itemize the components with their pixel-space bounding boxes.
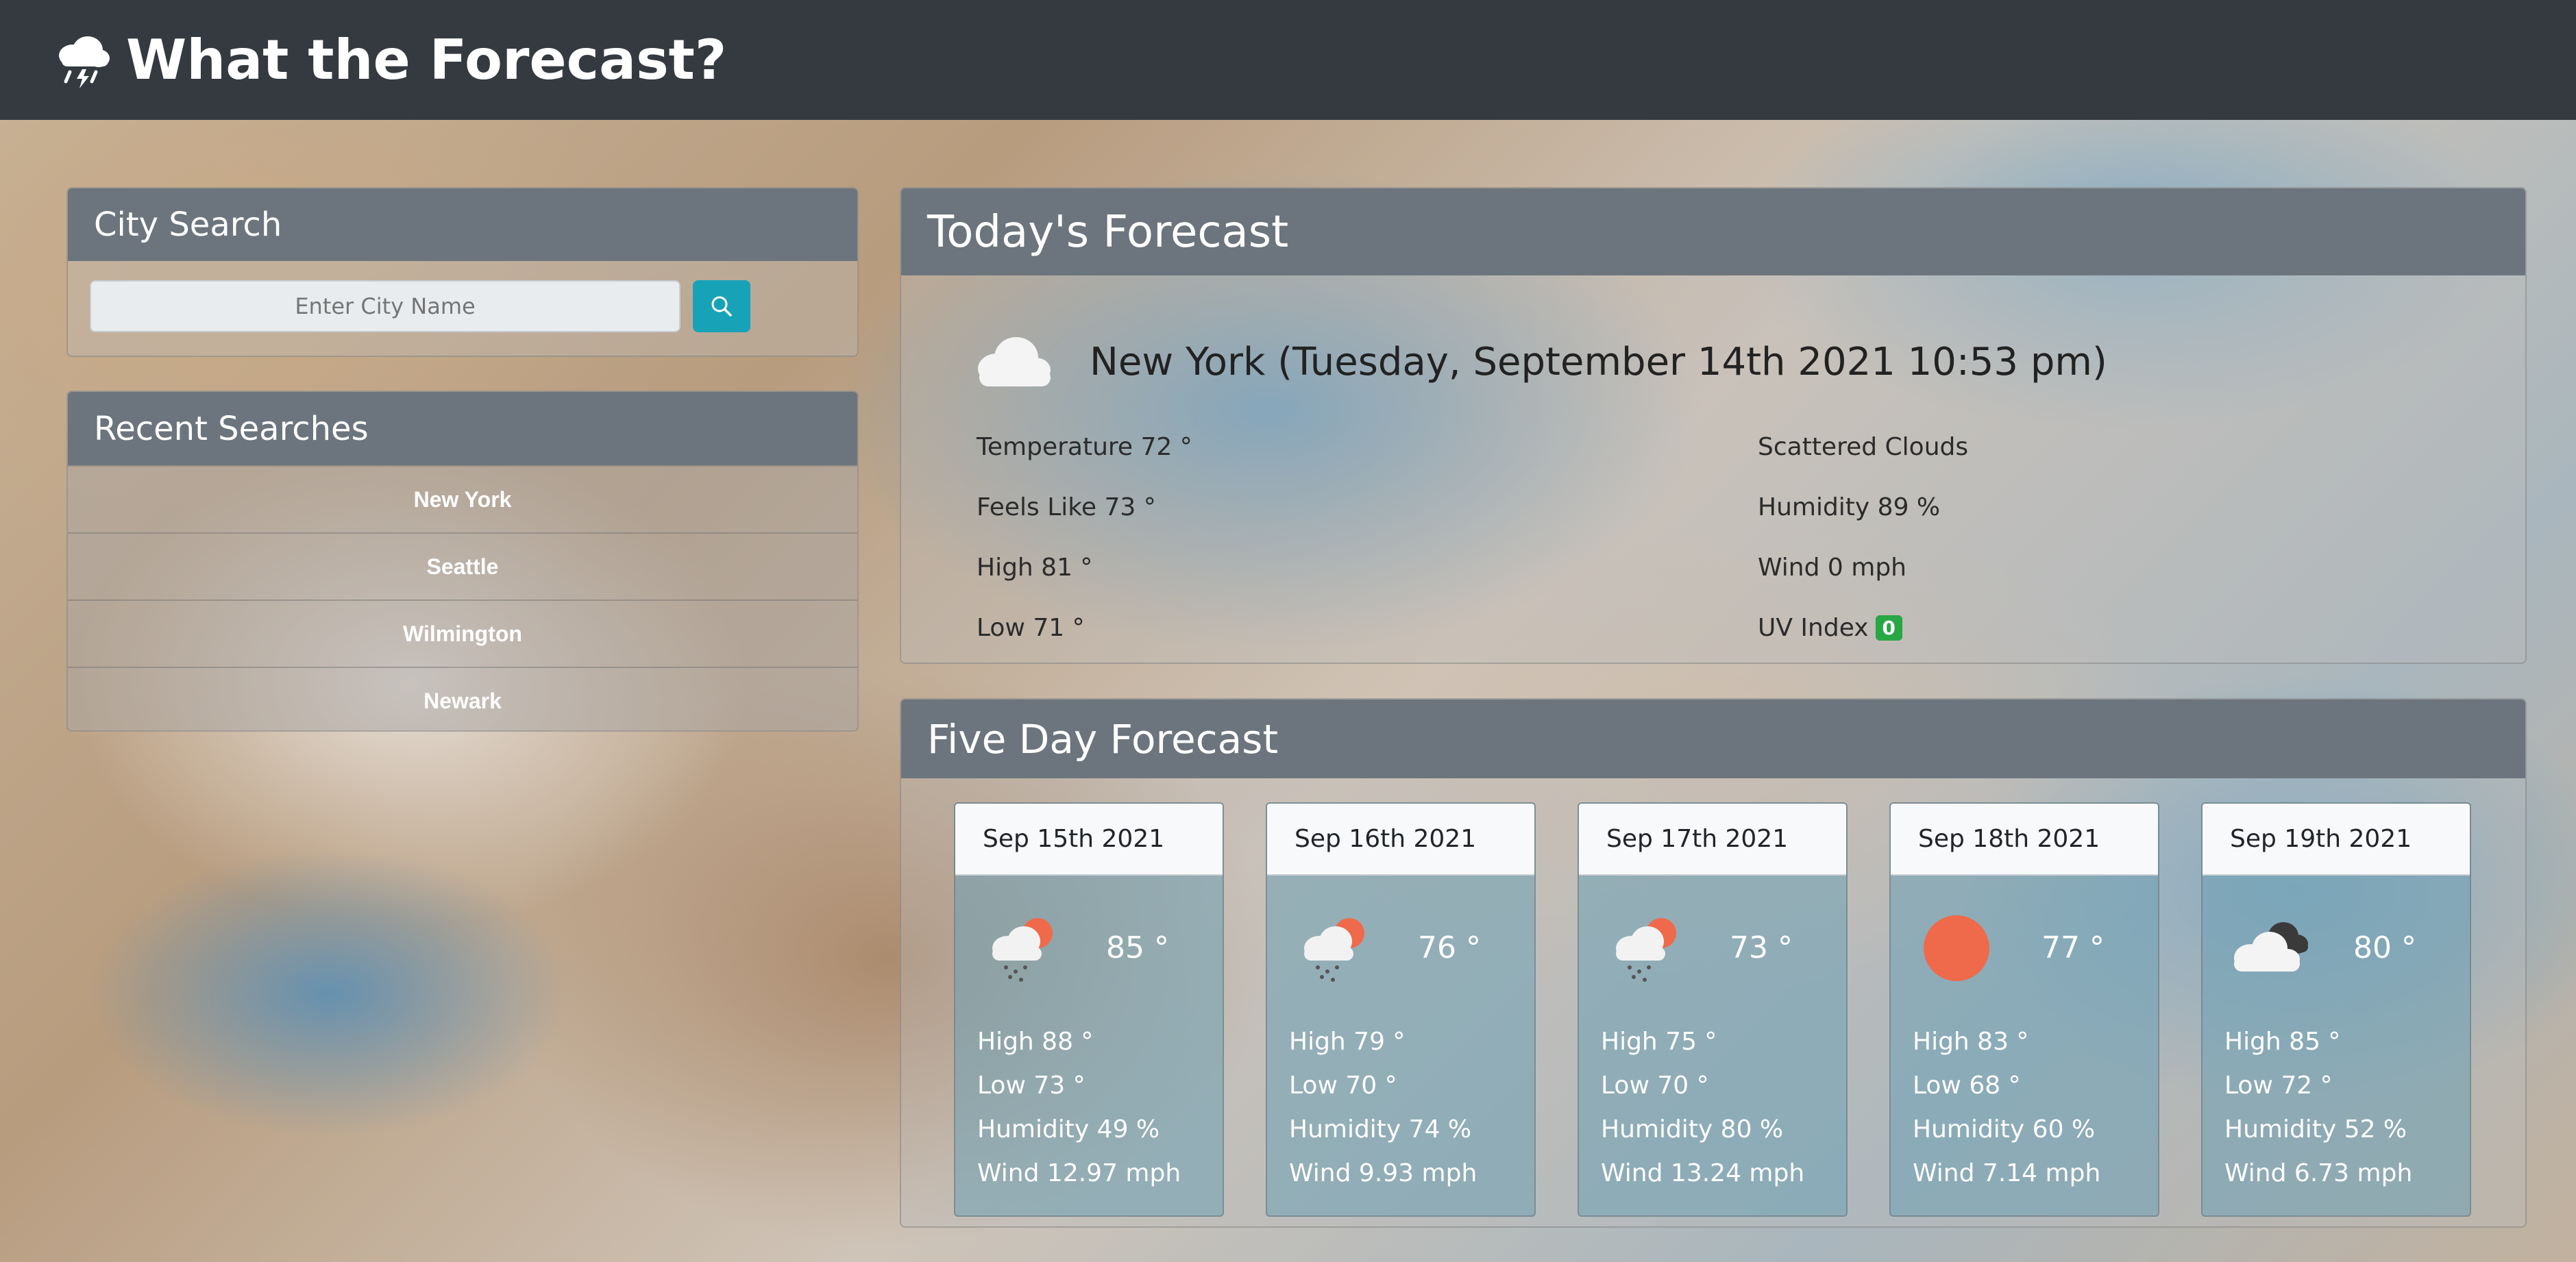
forecast-wind: Wind 9.93 mph — [1289, 1159, 1477, 1187]
rain-sun-icon — [992, 918, 1053, 982]
forecast-wind: Wind 13.24 mph — [1601, 1159, 1805, 1187]
dark-clouds-icon — [2234, 922, 2308, 972]
forecast-date: Sep 16th 2021 — [1267, 804, 1534, 876]
today-feels-like: Feels Like 73 ° — [977, 493, 1156, 521]
forecast-main: 80 ° — [2203, 876, 2470, 1019]
rain-sun-icon — [1304, 918, 1364, 982]
forecast-high: High 75 ° — [1601, 1027, 1717, 1056]
today-low: Low 71 ° — [977, 613, 1085, 642]
forecast-main: 77 ° — [1891, 876, 2158, 1019]
today-heading-row: New York (Tuesday, September 14th 2021 1… — [901, 275, 2525, 410]
forecast-wind: Wind 7.14 mph — [1913, 1159, 2101, 1187]
forecast-day-card: Sep 18th 2021 77 ° High 83 ° Low 68 ° Hu… — [1889, 802, 2159, 1217]
city-search-card: City Search — [66, 187, 859, 357]
forecast-low: Low 68 ° — [1913, 1071, 2021, 1100]
forecast-wind: Wind 12.97 mph — [977, 1159, 1181, 1187]
recent-search-item[interactable]: Newark — [68, 667, 857, 730]
recent-search-item[interactable]: New York — [68, 465, 857, 532]
recent-search-item[interactable]: Seattle — [68, 532, 857, 599]
forecast-date: Sep 15th 2021 — [955, 804, 1223, 876]
forecast-high: High 79 ° — [1289, 1027, 1406, 1056]
forecast-date: Sep 19th 2021 — [2203, 804, 2470, 876]
navbar: What the Forecast? — [0, 0, 2576, 120]
rain-sun-icon — [1616, 918, 1676, 982]
search-icon — [711, 296, 732, 317]
forecast-high: High 88 ° — [977, 1027, 1094, 1056]
forecast-temp: 73 ° — [1730, 930, 1793, 965]
recent-searches-header: Recent Searches — [68, 392, 857, 465]
forecast-main: 76 ° — [1267, 876, 1534, 1019]
rain-cloud-icon — [59, 36, 110, 88]
today-temperature: Temperature 72 ° — [977, 432, 1192, 461]
forecast-high: High 85 ° — [2224, 1027, 2341, 1056]
forecast-low: Low 72 ° — [2224, 1071, 2333, 1100]
city-search-header: City Search — [68, 188, 857, 261]
forecast-date: Sep 17th 2021 — [1579, 804, 1846, 876]
app-title: What the Forecast? — [126, 28, 727, 92]
forecast-date: Sep 18th 2021 — [1891, 804, 2158, 876]
todays-forecast-card: Today's Forecast New York (Tuesday, Sept… — [900, 187, 2527, 664]
forecast-day-card: Sep 19th 2021 80 ° High 85 ° Low 72 ° Hu… — [2201, 802, 2471, 1217]
forecast-temp: 85 ° — [1106, 930, 1169, 965]
forecast-temp: 76 ° — [1418, 930, 1481, 965]
today-details-left: Temperature 72 ° Feels Like 73 ° High 81… — [977, 417, 1192, 658]
today-uv-index: UV Index 0 — [1758, 597, 1968, 658]
sun-icon — [1924, 915, 1989, 981]
today-humidity: Humidity 89 % — [1758, 493, 1941, 521]
forecast-humidity: Humidity 80 % — [1601, 1115, 1784, 1143]
forecast-day-card: Sep 15th 2021 85 ° High 88 ° Low 73 ° Hu… — [954, 802, 1224, 1217]
forecast-low: Low 70 ° — [1289, 1071, 1397, 1100]
uv-index-label: UV Index — [1758, 613, 1869, 642]
forecast-humidity: Humidity 74 % — [1289, 1115, 1472, 1143]
cloud-icon — [978, 336, 1051, 386]
today-details-right: Scattered Clouds Humidity 89 % Wind 0 mp… — [1758, 417, 1968, 658]
recent-search-item[interactable]: Wilmington — [68, 599, 857, 667]
search-button[interactable] — [693, 280, 750, 332]
today-wind: Wind 0 mph — [1758, 553, 1907, 582]
five-day-forecast-header: Five Day Forecast — [901, 700, 2525, 778]
today-high: High 81 ° — [977, 553, 1093, 582]
forecast-humidity: Humidity 60 % — [1913, 1115, 2096, 1143]
recent-searches-card: Recent Searches New York Seattle Wilming… — [66, 391, 859, 732]
forecast-low: Low 70 ° — [1601, 1071, 1709, 1100]
city-search-input[interactable] — [90, 280, 680, 332]
forecast-day-card: Sep 16th 2021 76 ° High 79 ° Low 70 ° Hu… — [1266, 802, 1536, 1217]
today-city-heading: New York (Tuesday, September 14th 2021 1… — [1090, 339, 2107, 384]
forecast-humidity: Humidity 49 % — [977, 1115, 1160, 1143]
forecast-wind: Wind 6.73 mph — [2224, 1159, 2413, 1187]
forecast-day-card: Sep 17th 2021 73 ° High 75 ° Low 70 ° Hu… — [1578, 802, 1848, 1217]
todays-forecast-header: Today's Forecast — [901, 188, 2525, 275]
uv-index-badge: 0 — [1875, 615, 1903, 641]
forecast-main: 73 ° — [1579, 876, 1846, 1019]
today-description: Scattered Clouds — [1758, 432, 1969, 461]
search-row — [68, 261, 857, 332]
forecast-low: Low 73 ° — [977, 1071, 1085, 1100]
forecast-temp: 80 ° — [2353, 930, 2416, 965]
forecast-main: 85 ° — [955, 876, 1223, 1019]
five-day-forecast-card: Five Day Forecast Sep 15th 2021 85 ° Hig… — [900, 698, 2527, 1228]
forecast-humidity: Humidity 52 % — [2224, 1115, 2407, 1143]
forecast-high: High 83 ° — [1913, 1027, 2029, 1056]
forecast-temp: 77 ° — [2041, 930, 2105, 965]
